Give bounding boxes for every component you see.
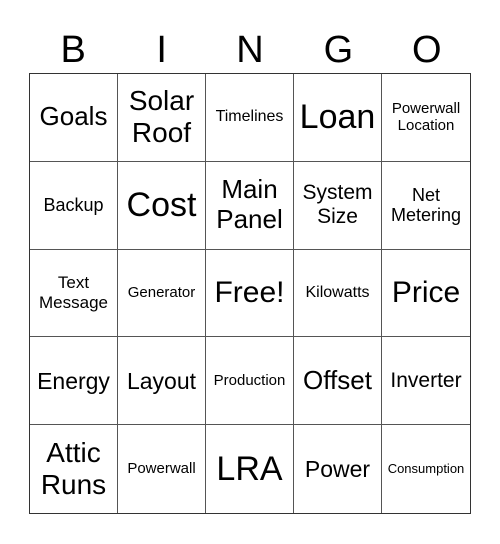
bingo-cell[interactable]: Attic Runs — [30, 425, 118, 513]
bingo-grid: Goals Solar Roof Timelines Loan Powerwall Lo… — [29, 73, 471, 514]
bingo-cell[interactable]: Offset — [294, 337, 382, 426]
bingo-cell[interactable]: Powerwall Location — [382, 74, 470, 162]
header-letter-i: I — [156, 29, 167, 71]
bingo-cell[interactable]: Consumption — [382, 425, 470, 513]
header-letter-g: G — [323, 29, 354, 71]
bingo-cell[interactable]: Price — [382, 250, 470, 338]
bingo-cell[interactable]: Free! — [206, 249, 294, 338]
bingo-cell[interactable]: Energy — [30, 337, 118, 426]
bingo-cell[interactable]: Cost — [118, 161, 206, 250]
bingo-cell[interactable]: Powerwall — [118, 425, 206, 513]
bingo-cell[interactable]: Solar Roof — [118, 74, 206, 162]
bingo-cell[interactable]: Kilowatts — [294, 249, 382, 338]
bingo-cell[interactable]: Power — [294, 425, 382, 513]
bingo-cell[interactable]: Generator — [118, 249, 206, 338]
bingo-cell[interactable]: Loan — [294, 74, 382, 162]
bingo-cell[interactable]: Inverter — [382, 337, 470, 426]
bingo-cell[interactable]: Net Metering — [382, 162, 470, 250]
bingo-cell[interactable]: Text Message — [30, 249, 118, 338]
bingo-header: B I N G O — [29, 28, 471, 72]
bingo-cell[interactable]: LRA — [206, 425, 294, 513]
bingo-cell[interactable]: Layout — [118, 337, 206, 426]
header-letter-n: N — [236, 29, 264, 71]
bingo-cell[interactable]: Goals — [30, 74, 118, 162]
bingo-cell[interactable]: Backup — [30, 161, 118, 250]
bingo-cell[interactable]: Main Panel — [206, 161, 294, 250]
header-letter-b: B — [60, 29, 86, 71]
bingo-cell[interactable]: Production — [206, 337, 294, 426]
header-letter-o: O — [412, 29, 442, 71]
bingo-cell[interactable]: Timelines — [206, 74, 294, 162]
bingo-cell[interactable]: System Size — [294, 161, 382, 250]
